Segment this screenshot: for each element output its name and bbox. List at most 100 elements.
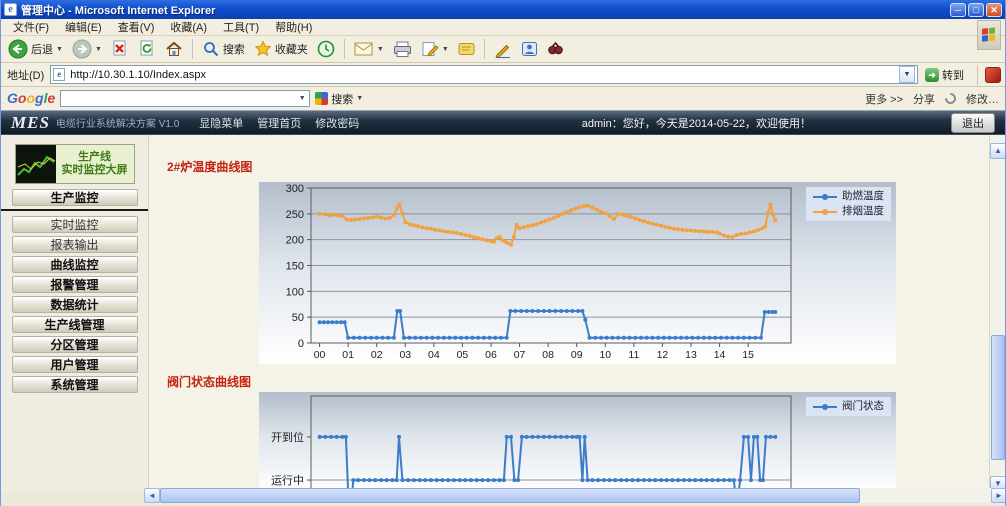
mes-header: MES 电缆行业系统解决方案 V1.0 显隐菜单管理首页修改密码 admin：您… bbox=[1, 111, 1005, 135]
scroll-right-button[interactable]: ► bbox=[991, 488, 1006, 503]
signature-button[interactable] bbox=[491, 40, 515, 59]
google-more-link[interactable]: 更多 >> bbox=[865, 91, 903, 107]
legend-entry: 阀门状态 bbox=[813, 399, 884, 414]
minimize-button[interactable]: ─ bbox=[950, 3, 966, 17]
mail-button[interactable]: ▼ bbox=[351, 40, 387, 58]
sidebar-item[interactable]: 生产监控 bbox=[12, 189, 138, 206]
sidebar-item[interactable]: 报表输出 bbox=[12, 236, 138, 253]
print-button[interactable] bbox=[390, 40, 415, 59]
history-button[interactable] bbox=[314, 39, 338, 59]
forward-dropdown[interactable]: ▼ bbox=[95, 46, 102, 53]
menu-item[interactable]: 编辑(E) bbox=[57, 18, 110, 36]
edit-dropdown[interactable]: ▼ bbox=[442, 46, 449, 53]
menu-item[interactable]: 查看(V) bbox=[110, 18, 163, 36]
menu-item[interactable]: 收藏(A) bbox=[162, 18, 215, 36]
monitor-banner[interactable]: 生产线 实时监控大屏 bbox=[15, 144, 135, 184]
mini-chart-icon bbox=[16, 145, 56, 183]
google-search-dropdown[interactable]: ▼ bbox=[295, 95, 309, 102]
go-button[interactable]: ➜ 转到 bbox=[922, 66, 970, 84]
research-icon bbox=[547, 41, 564, 57]
close-button[interactable]: ✕ bbox=[986, 3, 1002, 17]
address-input[interactable] bbox=[68, 68, 899, 82]
stop-button[interactable] bbox=[108, 39, 132, 59]
horizontal-scroll-thumb[interactable] bbox=[160, 488, 860, 503]
sidebar-item[interactable]: 分区管理 bbox=[12, 336, 138, 353]
discuss-button[interactable] bbox=[455, 41, 478, 58]
svg-text:运行中: 运行中 bbox=[271, 474, 304, 487]
favorites-button[interactable]: 收藏夹 bbox=[251, 39, 311, 59]
messenger-button[interactable] bbox=[518, 40, 541, 58]
refresh-icon bbox=[138, 40, 156, 58]
svg-text:250: 250 bbox=[286, 209, 304, 221]
mes-nav-link[interactable]: 修改密码 bbox=[315, 115, 359, 131]
address-dropdown[interactable]: ▼ bbox=[899, 66, 915, 83]
banner-line1: 生产线 bbox=[78, 151, 111, 163]
sidebar-item[interactable]: 报警管理 bbox=[12, 276, 138, 293]
ie-icon: e bbox=[4, 3, 17, 16]
browser-window: e 管理中心 - Microsoft Internet Explorer ─ □… bbox=[0, 0, 1006, 506]
go-arrow-icon: ➜ bbox=[925, 68, 939, 82]
mes-nav-link[interactable]: 显隐菜单 bbox=[199, 115, 243, 131]
research-button[interactable] bbox=[544, 40, 567, 58]
wrench-icon[interactable] bbox=[943, 91, 959, 107]
chart2-legend: 阀门状态 bbox=[806, 397, 891, 416]
sidebar-item[interactable]: 数据统计 bbox=[12, 296, 138, 313]
search-button[interactable]: 搜索 bbox=[199, 39, 248, 59]
favorites-label: 收藏夹 bbox=[275, 41, 308, 57]
svg-text:08: 08 bbox=[542, 349, 554, 361]
svg-text:02: 02 bbox=[371, 349, 383, 361]
svg-text:12: 12 bbox=[657, 349, 669, 361]
sidebar-item[interactable]: 曲线监控 bbox=[12, 256, 138, 273]
sidebar-item[interactable]: 生产线管理 bbox=[12, 316, 138, 333]
search-label: 搜索 bbox=[223, 41, 245, 57]
refresh-button[interactable] bbox=[135, 39, 159, 59]
svg-text:100: 100 bbox=[286, 286, 304, 298]
svg-text:09: 09 bbox=[571, 349, 583, 361]
windows-logo-icon bbox=[977, 20, 1001, 50]
content-area: 2#炉温度曲线图 助燃温度排烟温度 0501001502002503000001… bbox=[149, 135, 989, 492]
google-search-more[interactable]: ▼ bbox=[356, 95, 363, 102]
svg-text:03: 03 bbox=[399, 349, 411, 361]
google-search-label: 搜索 bbox=[331, 91, 353, 107]
horizontal-scrollbar[interactable]: ◄ ► bbox=[144, 488, 1006, 503]
scroll-left-button[interactable]: ◄ bbox=[144, 488, 160, 503]
google-search-input[interactable] bbox=[61, 92, 295, 106]
sidebar-item[interactable]: 实时监控 bbox=[12, 216, 138, 233]
edit-icon bbox=[421, 41, 439, 58]
menu-item[interactable]: 文件(F) bbox=[5, 18, 57, 36]
menu-item[interactable]: 工具(T) bbox=[215, 18, 267, 36]
window-title: 管理中心 - Microsoft Internet Explorer bbox=[21, 2, 948, 18]
menu-item[interactable]: 帮助(H) bbox=[267, 18, 320, 36]
home-button[interactable] bbox=[162, 39, 186, 59]
mes-logo: MES bbox=[11, 113, 50, 133]
welcome-text: admin：您好，今天是2014-05-22，欢迎使用！ bbox=[582, 115, 811, 131]
sidebar-item[interactable]: 系统管理 bbox=[12, 376, 138, 393]
addon-icon[interactable] bbox=[985, 67, 1001, 83]
svg-text:50: 50 bbox=[292, 312, 304, 324]
edit-button[interactable]: ▼ bbox=[418, 40, 452, 59]
vertical-scroll-thumb[interactable] bbox=[991, 335, 1005, 460]
forward-button[interactable]: ▼ bbox=[69, 38, 105, 60]
back-dropdown[interactable]: ▼ bbox=[56, 46, 63, 53]
back-button[interactable]: 后退 ▼ bbox=[5, 38, 66, 60]
google-share-link[interactable]: 分享 bbox=[913, 91, 935, 107]
google-settings-link[interactable]: 修改… bbox=[966, 91, 999, 107]
svg-text:01: 01 bbox=[342, 349, 354, 361]
mes-nav-link[interactable]: 管理首页 bbox=[257, 115, 301, 131]
maximize-button[interactable]: □ bbox=[968, 3, 984, 17]
google-search-button[interactable]: 搜索 ▼ bbox=[315, 91, 363, 107]
vertical-scrollbar[interactable]: ▲ ▼ bbox=[989, 135, 1005, 492]
sidebar-item[interactable]: 用户管理 bbox=[12, 356, 138, 373]
svg-text:07: 07 bbox=[514, 349, 526, 361]
mes-tagline: 电缆行业系统解决方案 V1.0 bbox=[56, 115, 179, 130]
logout-button[interactable]: 退出 bbox=[951, 113, 995, 133]
scroll-up-button[interactable]: ▲ bbox=[990, 143, 1006, 159]
go-label: 转到 bbox=[942, 67, 964, 83]
title-bar: e 管理中心 - Microsoft Internet Explorer ─ □… bbox=[1, 0, 1005, 19]
svg-text:00: 00 bbox=[314, 349, 326, 361]
print-icon bbox=[393, 41, 412, 58]
svg-text:150: 150 bbox=[286, 261, 304, 273]
legend-entry: 助燃温度 bbox=[813, 189, 884, 204]
chart-canvas: 开到位运行中 bbox=[259, 392, 896, 492]
mail-dropdown[interactable]: ▼ bbox=[377, 46, 384, 53]
